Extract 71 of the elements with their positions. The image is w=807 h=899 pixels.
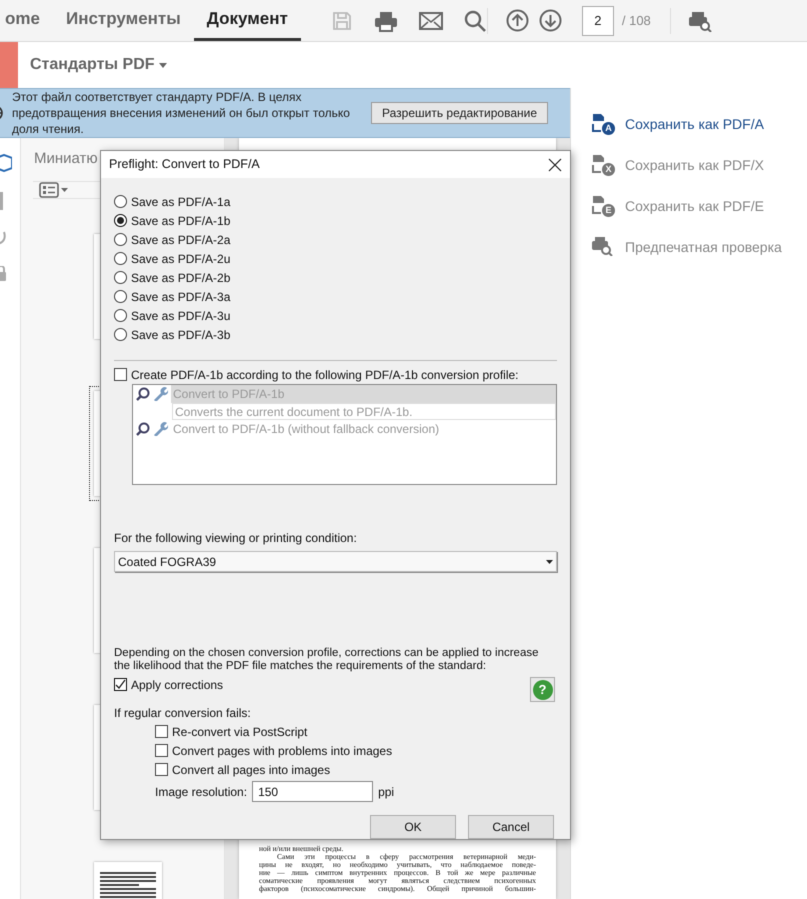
profile-description: Converts the current document to PDF/A-1b. [172, 403, 556, 420]
radio-button[interactable] [114, 309, 127, 322]
resolution-label: Image resolution: [155, 784, 248, 800]
radio-label[interactable]: Save as PDF/A-2u [131, 250, 230, 268]
page-count: / 108 [622, 12, 651, 30]
dialog-button[interactable]: OK [370, 815, 456, 839]
wrench-icon [152, 387, 168, 401]
caret-icon [158, 62, 167, 68]
tool-color-strip [0, 42, 18, 88]
corrections-note: Depending on the chosen conversion profile, corrections can be applied to increase the likelihood that the PDF file matches the requirements of the standard: [114, 647, 540, 673]
radio-button[interactable] [114, 252, 127, 265]
radio-label[interactable]: Save as PDF/A-3a [131, 288, 230, 306]
checkbox[interactable] [114, 368, 127, 381]
resolution-field[interactable]: 150 [252, 781, 374, 802]
resolution-unit: ppi [378, 784, 394, 800]
document-icon [591, 195, 607, 215]
info-message: Этот файл соответствует стандарту PDF/A. В целях предотвращения внесения изменений он был открыт только доля чтения. [12, 89, 351, 137]
tool-title-dropdown[interactable]: Стандарты PDF [30, 53, 167, 77]
close-icon[interactable] [548, 158, 562, 172]
caret-icon [546, 560, 553, 564]
help-button[interactable]: ? [530, 677, 555, 702]
print-icon[interactable] [374, 10, 398, 32]
checkbox-label[interactable]: Apply corrections [131, 676, 224, 694]
checkbox[interactable] [155, 763, 168, 776]
toolbar-tab[interactable]: Инструменты [52, 0, 194, 41]
checkbox[interactable] [155, 725, 168, 738]
dialog-title: Preflight: Convert to PDF/A [109, 156, 260, 174]
letter-badge: X [602, 163, 615, 176]
tool-link[interactable]: Предпечатная проверка [591, 236, 807, 258]
document-icon [591, 154, 607, 174]
tool-link[interactable]: X Сохранить как PDF/X [591, 154, 807, 176]
print-preview-icon[interactable] [688, 10, 712, 32]
tool-link[interactable]: E Сохранить как PDF/E [591, 195, 807, 217]
checkbox-label[interactable]: Convert pages with problems into images [172, 742, 392, 760]
condition-dropdown[interactable]: Coated FOGRA39 [114, 551, 557, 572]
radio-button[interactable] [114, 233, 127, 246]
radio-button[interactable] [114, 214, 127, 227]
letter-badge: E [602, 204, 615, 217]
radio-button[interactable] [114, 271, 127, 284]
allow-editing-button[interactable]: Разрешить редактирование [371, 102, 548, 124]
radio-button[interactable] [114, 290, 127, 303]
dialog-button[interactable]: Cancel [468, 815, 554, 839]
checkbox-label[interactable]: Re-convert via PostScript [172, 722, 308, 740]
tool-link[interactable]: A Сохранить как PDF/A [591, 113, 807, 135]
radio-label[interactable]: Save as PDF/A-3b [131, 326, 230, 344]
page-number-field[interactable]: 2 [582, 6, 614, 36]
checkbox[interactable] [155, 744, 168, 757]
magnifier-icon [136, 387, 150, 401]
print-preview-icon [591, 236, 613, 256]
mail-icon[interactable] [418, 12, 443, 30]
fallback-label: If regular conversion fails: [114, 705, 252, 722]
magnifier-icon [136, 422, 150, 436]
radio-button[interactable] [114, 195, 127, 208]
list-options-icon[interactable] [39, 182, 69, 198]
checkmark-icon [115, 679, 126, 690]
checkbox-label[interactable]: Convert all pages into images [172, 760, 330, 778]
checkbox[interactable] [114, 678, 127, 691]
letter-badge: A [602, 122, 615, 135]
panel-title: Миниатю [34, 149, 98, 169]
radio-label[interactable]: Save as PDF/A-3u [131, 306, 230, 324]
radio-button[interactable] [114, 328, 127, 341]
search-icon[interactable] [464, 10, 486, 32]
toolbar-tab[interactable]: ome [0, 0, 53, 41]
condition-label: For the following viewing or printing condition: [114, 530, 358, 547]
wrench-icon [152, 422, 168, 436]
checkbox-label[interactable]: Create PDF/A-1b according to the following PDF/A-1b conversion profile: [131, 366, 519, 384]
radio-label[interactable]: Save as PDF/A-2a [131, 230, 230, 248]
document-icon [591, 113, 607, 133]
radio-label[interactable]: Save as PDF/A-2b [131, 268, 230, 286]
radio-label[interactable]: Save as PDF/A-1b [131, 212, 230, 230]
radio-label[interactable]: Save as PDF/A-1a [131, 192, 230, 210]
